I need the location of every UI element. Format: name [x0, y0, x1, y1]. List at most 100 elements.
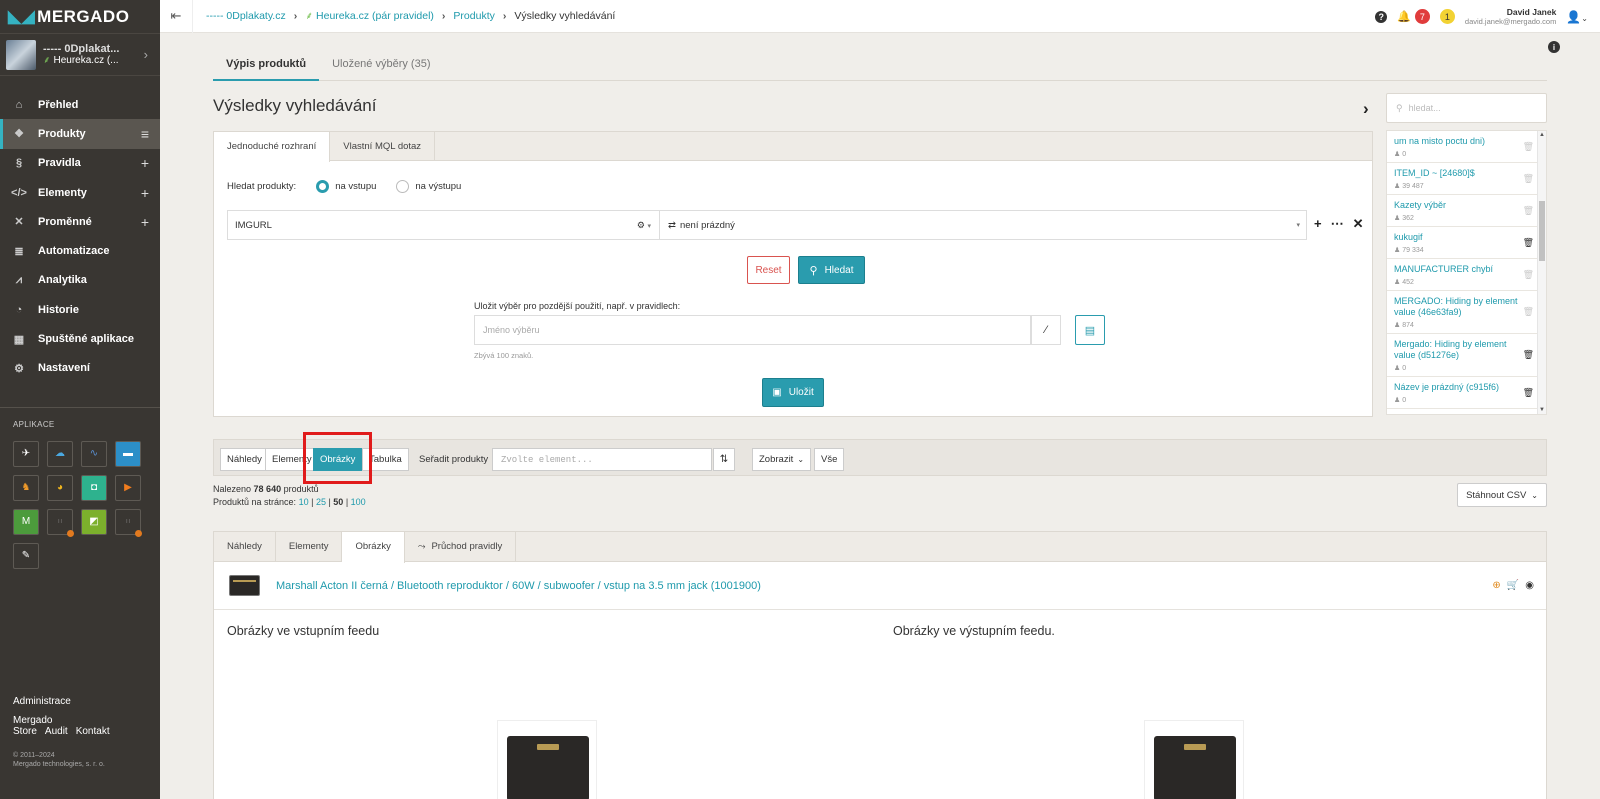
scroll-down-icon[interactable]: ▼ — [1539, 407, 1545, 413]
trash-icon[interactable]: 🗑 — [1523, 205, 1534, 216]
breadcrumb-products[interactable]: Produkty — [453, 10, 494, 22]
per-page-10[interactable]: 10 — [299, 497, 309, 507]
tab-saved-selections[interactable]: Uložené výběry (35) — [319, 58, 443, 80]
card-tab-rules-trace[interactable]: ⤳ Průchod pravidly — [405, 532, 517, 561]
shop-switcher[interactable]: ----- 0Dplakat... ⸙ Heureka.cz (... › — [0, 33, 160, 76]
sidebar-item-spuštěné-aplikace[interactable]: ▦ Spuštěné aplikace — [0, 324, 160, 353]
user-menu[interactable]: David Janek david.janek@mergado.com — [1465, 7, 1556, 27]
plus-icon[interactable]: + — [141, 185, 149, 201]
sort-element-input[interactable]: Zvolte element... — [492, 448, 712, 471]
plus-icon[interactable]: + — [141, 214, 149, 230]
show-all-button[interactable]: Vše — [814, 448, 845, 471]
saved-selection-name[interactable]: um na misto poctu dni) — [1394, 136, 1526, 147]
cart-icon[interactable]: 🛒 — [1507, 580, 1519, 591]
notification-badge-yellow[interactable]: 1 — [1439, 9, 1455, 24]
sidebar-item-nastavení[interactable]: ⚙ Nastavení — [0, 354, 160, 383]
trash-icon[interactable]: 🗑 — [1523, 141, 1534, 152]
app-icon[interactable]: ✎ — [13, 542, 39, 569]
sidebar-item-přehled[interactable]: ⌂ Přehled — [0, 90, 160, 119]
list-icon[interactable]: ≡ — [141, 126, 149, 142]
radio-input[interactable]: na vstupu — [316, 180, 376, 193]
trash-icon[interactable]: 🗑 — [1523, 307, 1534, 318]
saved-selection-item[interactable]: Mergado: Hiding by element value (d51276… — [1387, 334, 1546, 377]
zoom-icon[interactable]: ⊕ — [1492, 580, 1500, 591]
trash-icon[interactable]: 🗑 — [1523, 269, 1534, 280]
save-button[interactable]: ▣ Uložit — [762, 378, 824, 407]
sidebar-item-produkty[interactable]: ❖ Produkty ≡ — [0, 119, 160, 149]
app-icon[interactable]: ◕ — [47, 474, 73, 501]
plus-icon[interactable]: + — [141, 155, 149, 171]
sidebar-item-proměnné[interactable]: ✕ Proměnné + — [0, 207, 160, 236]
per-page-100[interactable]: 100 — [351, 497, 366, 507]
chevron-right-icon[interactable]: › — [1363, 99, 1369, 119]
product-image-output[interactable] — [1144, 720, 1244, 799]
breadcrumb-shop[interactable]: ----- 0Dplakaty.cz — [206, 10, 286, 22]
sidebar-item-historie[interactable]: ◔ Historie — [0, 295, 160, 324]
app-icon[interactable]: ♞ — [13, 474, 39, 501]
audit-link[interactable]: Audit — [45, 726, 68, 737]
saved-selection-name[interactable]: MERGADO: Hiding by element value (46e63f… — [1394, 296, 1526, 318]
saved-selection-item[interactable]: MERGADO: Hiding by element value (46e63f… — [1387, 291, 1546, 334]
hide-eye-icon[interactable]: ◉ — [1525, 580, 1534, 591]
notification-badge-red[interactable]: 7 — [1414, 9, 1430, 24]
card-tab-previews[interactable]: Náhledy — [214, 532, 276, 561]
trash-icon[interactable]: 🗑 — [1523, 387, 1534, 398]
product-image-input[interactable] — [497, 720, 597, 799]
product-name-link[interactable]: Marshall Acton II černá / Bluetooth repr… — [276, 580, 761, 592]
saved-selection-item[interactable]: kukugif ♟ 79 334 🗑 — [1387, 227, 1546, 259]
contact-link[interactable]: Kontakt — [76, 726, 110, 737]
scroll-up-icon[interactable]: ▲ — [1539, 132, 1545, 138]
app-icon[interactable]: ▶ — [115, 474, 141, 501]
app-icon[interactable]: ◘ — [81, 474, 107, 501]
saved-selection-name[interactable]: MANUFACTURER chybí — [1394, 264, 1526, 275]
bell-icon[interactable]: 🔔 — [1397, 10, 1411, 23]
reset-button[interactable]: Reset — [747, 256, 790, 284]
app-icon[interactable]: ✈ — [13, 440, 39, 467]
user-icon[interactable]: 👤⌄ — [1566, 10, 1588, 24]
magic-wand-icon[interactable]: ⁄ — [1031, 315, 1061, 345]
saved-selection-item[interactable]: Kazety výběr ♟ 362 🗑 — [1387, 195, 1546, 227]
saved-selection-name[interactable]: kukugif — [1394, 232, 1526, 243]
add-condition-icon[interactable]: + — [1314, 216, 1322, 232]
admin-link[interactable]: Administrace — [13, 696, 153, 707]
tab-simple-interface[interactable]: Jednoduché rozhraní — [214, 132, 331, 162]
view-previews-button[interactable]: Náhledy — [220, 448, 269, 471]
saved-selection-name[interactable]: Mergado: Hiding by element value (d51276… — [1394, 339, 1526, 361]
saved-search-input[interactable]: ⚲ hledat... — [1386, 93, 1547, 123]
app-icon[interactable]: M — [13, 508, 39, 535]
sidebar-item-analytika[interactable]: ⩘ Analytika — [0, 266, 160, 295]
saved-selection-name[interactable]: Název je prázdný (c915f6) — [1394, 382, 1526, 393]
card-tab-elements[interactable]: Elementy — [276, 532, 343, 561]
saved-selection-item[interactable]: ITEM_ID ~ [24680]$ ♟ 39 487 🗑 — [1387, 163, 1546, 195]
saved-selection-name[interactable]: Kazety výběr — [1394, 200, 1526, 211]
mergado-logo[interactable]: ◣◢ MERGADO — [0, 0, 160, 33]
per-page-50[interactable]: 50 — [333, 497, 343, 507]
app-icon[interactable]: ∷ — [115, 508, 142, 537]
more-icon[interactable]: ⋯ — [1331, 216, 1344, 232]
element-settings-icon[interactable]: ⚙ ▾ — [637, 220, 651, 231]
download-csv-dropdown[interactable]: Stáhnout CSV ⌄ — [1457, 483, 1547, 507]
sidebar-item-elementy[interactable]: </> Elementy + — [0, 178, 160, 207]
saved-selection-item[interactable]: Název je prázdný (c915f6) ♟ 0 🗑 — [1387, 377, 1546, 409]
remove-condition-icon[interactable]: ✕ — [1353, 216, 1364, 232]
selection-name-input[interactable]: Jméno výběru — [474, 315, 1031, 345]
scrollbar-thumb[interactable] — [1539, 201, 1545, 261]
sidebar-item-automatizace[interactable]: ≣ Automatizace — [0, 236, 160, 265]
trash-icon[interactable]: 🗑 — [1523, 173, 1534, 184]
app-icon[interactable]: ☁ — [47, 440, 73, 467]
tab-custom-mql[interactable]: Vlastní MQL dotaz — [330, 132, 436, 160]
trash-icon[interactable]: 🗑 — [1523, 350, 1534, 361]
product-thumbnail[interactable] — [229, 575, 260, 596]
radio-output[interactable]: na výstupu — [396, 180, 461, 193]
tab-product-list[interactable]: Výpis produktů — [213, 58, 320, 81]
help-icon[interactable]: ? — [1375, 10, 1388, 23]
calculator-icon[interactable]: ▤ — [1075, 315, 1105, 345]
sidebar-item-pravidla[interactable]: § Pravidla + — [0, 149, 160, 178]
search-button[interactable]: ⚲ Hledat — [798, 256, 865, 284]
scrollbar[interactable]: ▲ ▼ — [1537, 131, 1546, 414]
app-icon[interactable]: ▬ — [115, 440, 141, 467]
app-icon[interactable]: ∷ — [47, 508, 74, 537]
info-icon[interactable]: i — [1548, 41, 1560, 53]
app-icon[interactable]: ∿ — [81, 440, 107, 467]
condition-select[interactable]: ⇄ není prázdný ▾ — [660, 211, 1306, 239]
